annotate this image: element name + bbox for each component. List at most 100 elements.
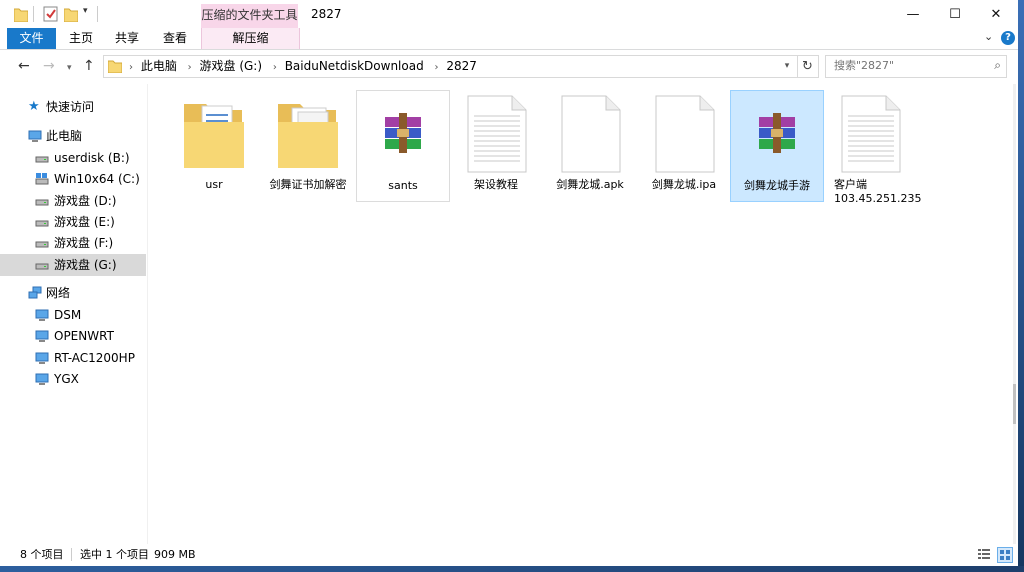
chevron-right-icon[interactable]: ›: [435, 62, 439, 73]
sidebar-item-label: 此电脑: [46, 129, 83, 143]
drive-icon: [35, 199, 49, 206]
address-bar[interactable]: › 此电脑 › 游戏盘 (G:) › BaiduNetdiskDownload …: [103, 55, 798, 78]
drive-icon: [35, 220, 49, 227]
desktop-edge: [1018, 0, 1024, 572]
sidebar-item-drive-g[interactable]: 游戏盘 (G:): [0, 254, 146, 276]
sidebar-item-openwrt[interactable]: OPENWRT: [0, 325, 146, 347]
sidebar-item-drive-b[interactable]: userdisk (B:): [0, 147, 146, 169]
breadcrumb: › 此电脑 › 游戏盘 (G:) › BaiduNetdiskDownload …: [126, 56, 481, 77]
sidebar-item-drive-d[interactable]: 游戏盘 (D:): [0, 190, 146, 212]
sidebar-item-this-pc[interactable]: 此电脑: [0, 125, 146, 147]
close-icon: ✕: [990, 6, 1002, 22]
close-button[interactable]: ✕: [973, 0, 1019, 28]
chevron-right-icon[interactable]: ›: [273, 62, 277, 73]
blank-document-icon: [655, 95, 715, 173]
file-name-line: 客户端: [834, 178, 867, 191]
back-arrow-icon[interactable]: ←: [18, 58, 30, 74]
desktop-edge: [0, 566, 1024, 572]
file-item[interactable]: usr: [168, 90, 260, 200]
status-item-count: 8 个项目: [20, 548, 64, 561]
file-item[interactable]: 剑舞龙城.ipa: [638, 90, 730, 200]
rar-archive-icon: [759, 113, 795, 153]
sidebar-item-label: DSM: [54, 308, 82, 322]
status-bar: 8 个项目 选中 1 个项目 909 MB: [0, 544, 1018, 566]
toolbar-divider: [33, 6, 34, 22]
sidebar-item-label: 游戏盘 (E:): [54, 215, 115, 229]
sidebar-item-label: 快速访问: [46, 100, 95, 114]
details-view-icon[interactable]: [977, 547, 991, 561]
navigation-pane: ★ 快速访问 此电脑 userdisk (B:) Win10x64 (C:) 游…: [0, 84, 147, 544]
folder-icon: [184, 104, 244, 168]
file-name: 剑舞龙城.ipa: [651, 178, 717, 191]
large-icons-view-icon[interactable]: [997, 547, 1013, 563]
sidebar-item-dsm[interactable]: DSM: [0, 304, 146, 326]
file-item[interactable]: 剑舞证书加解密: [262, 90, 354, 200]
computer-icon: [35, 330, 49, 342]
file-name-line: 103.45.251.235: [834, 192, 922, 205]
breadcrumb-item[interactable]: BaiduNetdiskDownload: [285, 59, 424, 73]
recent-locations-icon[interactable]: ▾: [67, 60, 72, 76]
tab-view[interactable]: 查看: [156, 28, 194, 49]
sidebar-item-ygx[interactable]: YGX: [0, 368, 146, 390]
customize-quick-access-icon[interactable]: ▾: [83, 6, 88, 16]
file-item[interactable]: 客户端 103.45.251.235: [824, 90, 921, 205]
sidebar-item-label: OPENWRT: [54, 329, 114, 343]
new-folder-icon[interactable]: [64, 6, 78, 22]
status-selection: 选中 1 个项目: [80, 548, 149, 561]
file-item-selected[interactable]: 剑舞龙城手游: [730, 90, 824, 202]
search-input[interactable]: [826, 56, 984, 75]
file-name: 客户端 103.45.251.235: [834, 178, 934, 206]
tab-file[interactable]: 文件: [7, 28, 56, 49]
file-item[interactable]: 剑舞龙城.apk: [544, 90, 636, 200]
sidebar-item-label: Win10x64 (C:): [54, 172, 140, 186]
status-size: 909 MB: [154, 548, 196, 561]
folder-icon: [278, 104, 338, 168]
sidebar-item-drive-f[interactable]: 游戏盘 (F:): [0, 232, 146, 254]
forward-arrow-icon[interactable]: →: [43, 58, 55, 74]
sidebar-item-drive-c[interactable]: Win10x64 (C:): [0, 168, 146, 190]
help-icon[interactable]: ?: [1001, 31, 1015, 45]
properties-icon[interactable]: [43, 6, 58, 22]
computer-icon: [35, 352, 49, 364]
rar-archive-icon: [385, 113, 421, 153]
sidebar-item-quick-access[interactable]: ★ 快速访问: [0, 96, 146, 118]
file-item[interactable]: sants: [356, 90, 450, 202]
maximize-icon: ☐: [949, 6, 961, 22]
navigation-bar: ← → ▾ ↑ › 此电脑 › 游戏盘 (G:) › BaiduNetdiskD…: [0, 50, 1018, 82]
sidebar-item-rt-ac1200hp[interactable]: RT-AC1200HP: [0, 347, 146, 369]
search-icon[interactable]: ⌕: [994, 58, 1001, 73]
chevron-right-icon[interactable]: ›: [188, 62, 192, 73]
tab-home[interactable]: 主页: [62, 28, 100, 49]
sidebar-item-drive-e[interactable]: 游戏盘 (E:): [0, 211, 146, 233]
collapse-ribbon-icon[interactable]: ⌄: [984, 30, 993, 43]
chevron-right-icon[interactable]: ›: [129, 62, 133, 73]
ribbon-tabs: 文件 主页 共享 查看 解压缩 ⌄ ?: [0, 28, 1018, 50]
file-name: 剑舞龙城手游: [744, 179, 810, 192]
breadcrumb-item[interactable]: 2827: [446, 59, 477, 73]
text-document-icon: [467, 95, 527, 173]
folder-icon: [108, 60, 122, 73]
file-name: usr: [205, 178, 223, 191]
minimize-icon: —: [906, 6, 920, 22]
sidebar-item-label: 游戏盘 (F:): [54, 236, 114, 250]
window-title: 2827: [311, 7, 342, 21]
text-document-icon: [841, 95, 901, 173]
minimize-button[interactable]: —: [890, 0, 936, 28]
up-arrow-icon[interactable]: ↑: [83, 58, 95, 74]
folder-icon[interactable]: [14, 6, 28, 22]
blank-document-icon: [561, 95, 621, 173]
refresh-button[interactable]: ↻: [797, 55, 819, 78]
address-dropdown-icon[interactable]: ▾: [778, 55, 796, 76]
sidebar-item-network[interactable]: 网络: [0, 282, 146, 304]
computer-icon: [35, 373, 49, 385]
tab-share[interactable]: 共享: [108, 28, 146, 49]
breadcrumb-item[interactable]: 游戏盘 (G:): [200, 59, 263, 73]
maximize-button[interactable]: ☐: [932, 0, 978, 28]
file-item[interactable]: 架设教程: [450, 90, 542, 200]
drive-icon: [35, 263, 49, 270]
star-icon: ★: [28, 99, 40, 114]
sidebar-item-label: RT-AC1200HP: [54, 351, 135, 365]
breadcrumb-item[interactable]: 此电脑: [141, 59, 177, 73]
explorer-window: ▾ 压缩的文件夹工具 2827 — ☐ ✕ 文件 主页 共享 查看 解压缩 ⌄ …: [0, 0, 1019, 567]
tab-extract[interactable]: 解压缩: [201, 28, 300, 49]
